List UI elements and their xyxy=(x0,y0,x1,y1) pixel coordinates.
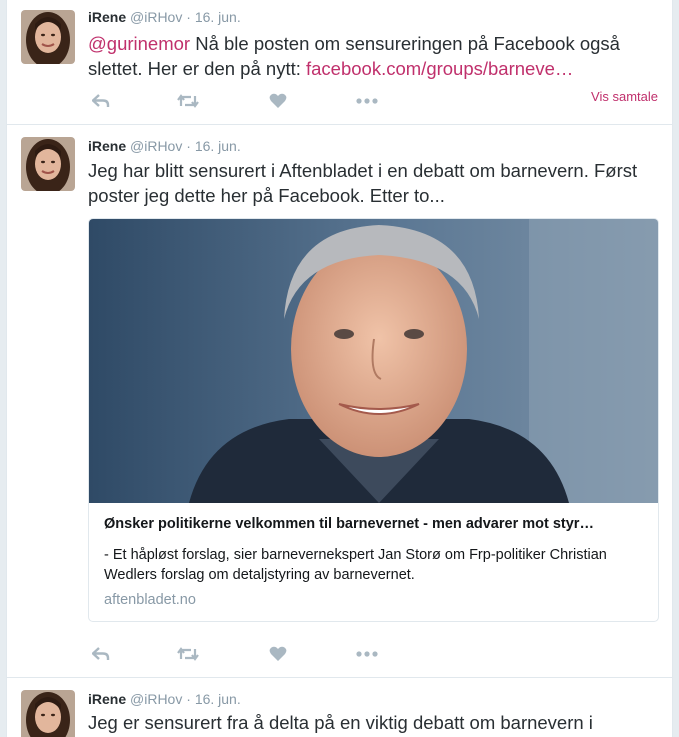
card-image xyxy=(89,219,658,503)
tweet-actions xyxy=(88,644,388,664)
separator: · xyxy=(186,138,191,154)
separator: · xyxy=(186,9,191,25)
tweet[interactable]: iRene @iRHov · 16. jun. Jeg har blitt se… xyxy=(7,125,672,678)
reply-button[interactable] xyxy=(88,91,114,111)
timestamp[interactable]: 16. jun. xyxy=(195,9,241,25)
reply-icon xyxy=(92,647,110,660)
tweet-text: @gurinemor Nå ble posten om sensureringe… xyxy=(88,31,658,81)
like-button[interactable] xyxy=(265,91,291,111)
username[interactable]: @iRHov xyxy=(130,138,182,154)
heart-icon xyxy=(269,646,287,661)
retweet-icon xyxy=(177,94,199,108)
tweet-header: iRene @iRHov · 16. jun. xyxy=(88,690,241,708)
retweet-button[interactable] xyxy=(175,91,201,111)
avatar[interactable] xyxy=(21,10,75,64)
avatar[interactable] xyxy=(21,690,75,737)
card-domain[interactable]: aftenbladet.no xyxy=(104,592,196,608)
view-conversation-link[interactable]: Vis samtale xyxy=(591,89,658,104)
tweet[interactable]: iRene @iRHov · 16. jun. @gurinemor Nå bl… xyxy=(7,0,672,125)
link-card[interactable]: Ønsker politikerne velkommen til barneve… xyxy=(88,218,659,622)
heart-icon xyxy=(269,93,287,108)
username[interactable]: @iRHov xyxy=(130,691,182,707)
separator: · xyxy=(186,691,191,707)
avatar[interactable] xyxy=(21,137,75,191)
mention-link[interactable]: @gurinemor xyxy=(88,33,190,54)
tweet-header: iRene @iRHov · 16. jun. xyxy=(88,8,241,26)
display-name[interactable]: iRene xyxy=(88,138,126,154)
username[interactable]: @iRHov xyxy=(130,9,182,25)
more-button[interactable] xyxy=(354,644,380,664)
more-icon xyxy=(356,98,378,104)
reply-icon xyxy=(92,94,110,107)
tweet-text: Jeg er sensurert fra å delta på en vikti… xyxy=(88,712,593,733)
display-name[interactable]: iRene xyxy=(88,9,126,25)
tweet-text: Jeg har blitt sensurert i Aftenbladet i … xyxy=(88,160,638,206)
tweet[interactable]: iRene @iRHov · 16. jun. Jeg er sensurert… xyxy=(7,678,672,737)
more-button[interactable] xyxy=(354,91,380,111)
url-link[interactable]: facebook.com/groups/barneve… xyxy=(306,58,573,79)
more-icon xyxy=(356,651,378,657)
timestamp[interactable]: 16. jun. xyxy=(195,138,241,154)
card-description: - Et håpløst forslag, sier barneverneksp… xyxy=(104,547,607,583)
retweet-button[interactable] xyxy=(175,644,201,664)
card-title[interactable]: Ønsker politikerne velkommen til barneve… xyxy=(104,516,644,532)
tweet-actions xyxy=(88,91,388,111)
tweet-header: iRene @iRHov · 16. jun. xyxy=(88,137,241,155)
reply-button[interactable] xyxy=(88,644,114,664)
timestamp[interactable]: 16. jun. xyxy=(195,691,241,707)
timeline: iRene @iRHov · 16. jun. @gurinemor Nå bl… xyxy=(6,0,673,737)
like-button[interactable] xyxy=(265,644,291,664)
retweet-icon xyxy=(177,647,199,661)
display-name[interactable]: iRene xyxy=(88,691,126,707)
